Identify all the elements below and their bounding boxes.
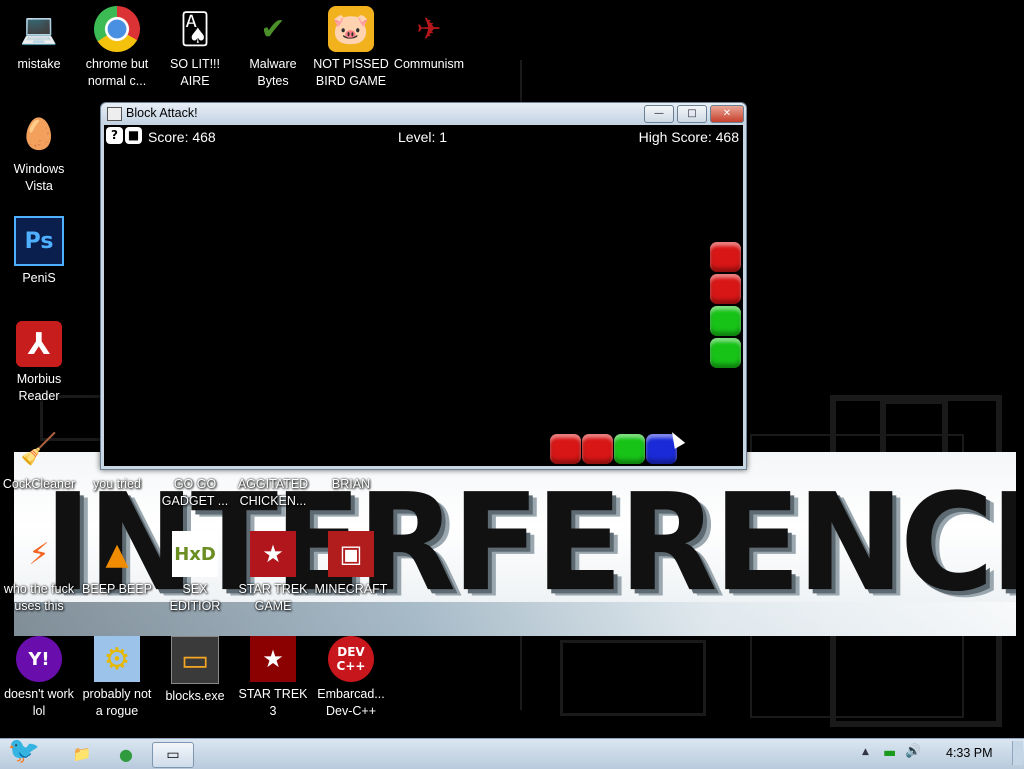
desktop: INTERFERENCE 💻mistake●chrome but normal …: [0, 0, 1024, 738]
cards-icon: 🂡: [179, 11, 211, 47]
desktop-icon-label: AGGITATED CHICKEN...: [237, 477, 309, 508]
desktop-icon[interactable]: ▣ MINECRAFT: [312, 525, 390, 598]
chrome-icon: ●: [94, 6, 140, 52]
settings-icon: ⚙: [94, 636, 140, 682]
desktop-icon-label: chrome but normal c...: [85, 57, 149, 88]
yahoo-icon: Y!: [16, 636, 62, 682]
desktop-icon[interactable]: ★ STAR TREK GAME: [234, 525, 312, 615]
desktop-icon-label: SEX EDITIOR: [169, 582, 221, 613]
desktop-icon[interactable]: ▭ blocks.exe: [156, 630, 234, 705]
desktop-icon[interactable]: 🐷 NOT PISSED BIRD GAME: [312, 0, 390, 90]
desktop-icon-label: probably not a rogue: [82, 687, 152, 718]
desktop-icon-label: Malware Bytes: [249, 57, 297, 88]
star-game-icon: ★: [250, 531, 296, 577]
star-trek-icon: ★: [250, 636, 296, 682]
stop-button[interactable]: ■: [125, 127, 142, 144]
desktop-icon[interactable]: ⚡ who the fuck uses this: [0, 525, 78, 615]
shield-icon: ✔: [260, 11, 286, 47]
communism-icon: ✈: [416, 11, 442, 47]
show-desktop-button[interactable]: [1012, 741, 1023, 765]
green-block: [614, 434, 645, 464]
pdf-reader-icon: ⅄: [16, 321, 62, 367]
desktop-icon-label: you tried: [93, 477, 141, 491]
window-title: Block Attack!: [126, 106, 198, 120]
minimize-button[interactable]: —: [644, 105, 674, 123]
volume-icon[interactable]: 🔊: [905, 744, 921, 759]
desktop-icon[interactable]: DEV C++ Embarcad... Dev-C++: [312, 630, 390, 720]
high-score-label: High Score: 468: [638, 129, 739, 145]
desktop-icon[interactable]: Y! doesn't work lol: [0, 630, 78, 720]
app-icon: [107, 107, 122, 121]
desktop-icon-label: mistake: [17, 57, 61, 71]
desktop-icon[interactable]: ★ STAR TREK 3: [234, 630, 312, 720]
maximize-button[interactable]: □: [677, 105, 707, 123]
desktop-icon-label: MINECRAFT: [314, 582, 388, 596]
computer-icon: 💻: [20, 11, 58, 47]
desktop-icon-label: SO LIT!!! AIRE: [169, 57, 220, 88]
desktop-icon[interactable]: 🂡 SO LIT!!! AIRE: [156, 0, 234, 90]
desktop-icon-label: NOT PISSED BIRD GAME: [313, 57, 389, 88]
clock[interactable]: 4:33 PM: [946, 746, 993, 760]
close-button[interactable]: ✕: [710, 105, 744, 123]
window-titlebar[interactable]: Block Attack! — □ ✕: [101, 103, 746, 125]
score-label: Score: 468: [148, 129, 216, 145]
network-icon[interactable]: ▬: [883, 745, 896, 761]
desktop-icon-label: who the fuck uses this: [3, 582, 75, 613]
desktop-icon[interactable]: HxD SEX EDITIOR: [156, 525, 234, 615]
desktop-icon-label: PeniS: [22, 271, 56, 285]
desktop-icon[interactable]: 🥚 Windows Vista: [0, 105, 78, 195]
red-block: [582, 434, 613, 464]
taskbar: 🐦 📁 ● ▭ ▲ ▬ 🔊 4:33 PM: [0, 736, 1024, 769]
start-button[interactable]: 🐦: [2, 733, 46, 769]
photoshop-icon: Ps: [14, 216, 64, 266]
chrome-icon[interactable]: ●: [108, 742, 144, 766]
desktop-icon[interactable]: ● chrome but normal c...: [78, 0, 156, 90]
blocks-icon: ▭: [171, 636, 219, 684]
desktop-icon-label: doesn't work lol: [4, 687, 74, 718]
lightning-icon: ⚡: [28, 536, 50, 572]
desktop-icon-label: BEEP BEEP: [82, 582, 152, 596]
desktop-icon-label: CockCleaner: [2, 477, 76, 491]
block-attack-taskbar-icon[interactable]: ▭: [152, 742, 194, 768]
devcpp-icon: DEV C++: [328, 636, 374, 682]
desktop-icon-label: Communism: [393, 57, 465, 71]
desktop-icon-label: GO GO GADGET ...: [161, 477, 229, 508]
background-frame: [560, 640, 706, 716]
show-hidden-icons-button[interactable]: ▲: [862, 747, 869, 757]
desktop-icon[interactable]: 💻 mistake: [0, 0, 78, 73]
desktop-icon[interactable]: ✈ Communism: [390, 0, 468, 73]
minecraft-icon: ▣: [328, 531, 374, 577]
explorer-icon[interactable]: 📁: [64, 742, 100, 766]
help-button[interactable]: ?: [106, 127, 123, 144]
desktop-icon[interactable]: ⚙ probably not a rogue: [78, 630, 156, 720]
desktop-icon-label: blocks.exe: [165, 689, 225, 703]
desktop-icon[interactable]: Ps PeniS: [0, 210, 78, 287]
desktop-icon-label: STAR TREK 3: [238, 687, 308, 718]
block-attack-window: Block Attack! — □ ✕ ? ■ Score: 468 Level…: [100, 102, 747, 470]
desktop-icon-label: STAR TREK GAME: [238, 582, 308, 613]
level-label: Level: 1: [398, 129, 448, 145]
pig-icon: 🐷: [328, 6, 374, 52]
green-block: [710, 306, 741, 336]
desktop-icon[interactable]: ✔ Malware Bytes: [234, 0, 312, 90]
desktop-icon-label: Embarcad... Dev-C++: [317, 687, 385, 718]
green-block: [710, 338, 741, 368]
red-block: [710, 274, 741, 304]
desktop-icon-label: Windows Vista: [13, 162, 65, 193]
hex-editor-icon: HxD: [172, 531, 218, 577]
vlc-icon: ▲: [105, 536, 129, 572]
desktop-icon[interactable]: ⅄ Morbius Reader: [0, 315, 78, 405]
desktop-icon-label: Morbius Reader: [16, 372, 62, 403]
game-area[interactable]: ? ■ Score: 468 Level: 1 High Score: 468: [104, 125, 743, 466]
cleaner-icon: 🧹: [20, 431, 58, 467]
desktop-icon-label: BRIAN: [331, 477, 371, 491]
egg-icon: 🥚: [20, 116, 58, 152]
red-block: [550, 434, 581, 464]
desktop-icon[interactable]: 🧹 CockCleaner: [0, 420, 78, 493]
red-block: [710, 242, 741, 272]
desktop-icon[interactable]: ▲ BEEP BEEP: [78, 525, 156, 598]
